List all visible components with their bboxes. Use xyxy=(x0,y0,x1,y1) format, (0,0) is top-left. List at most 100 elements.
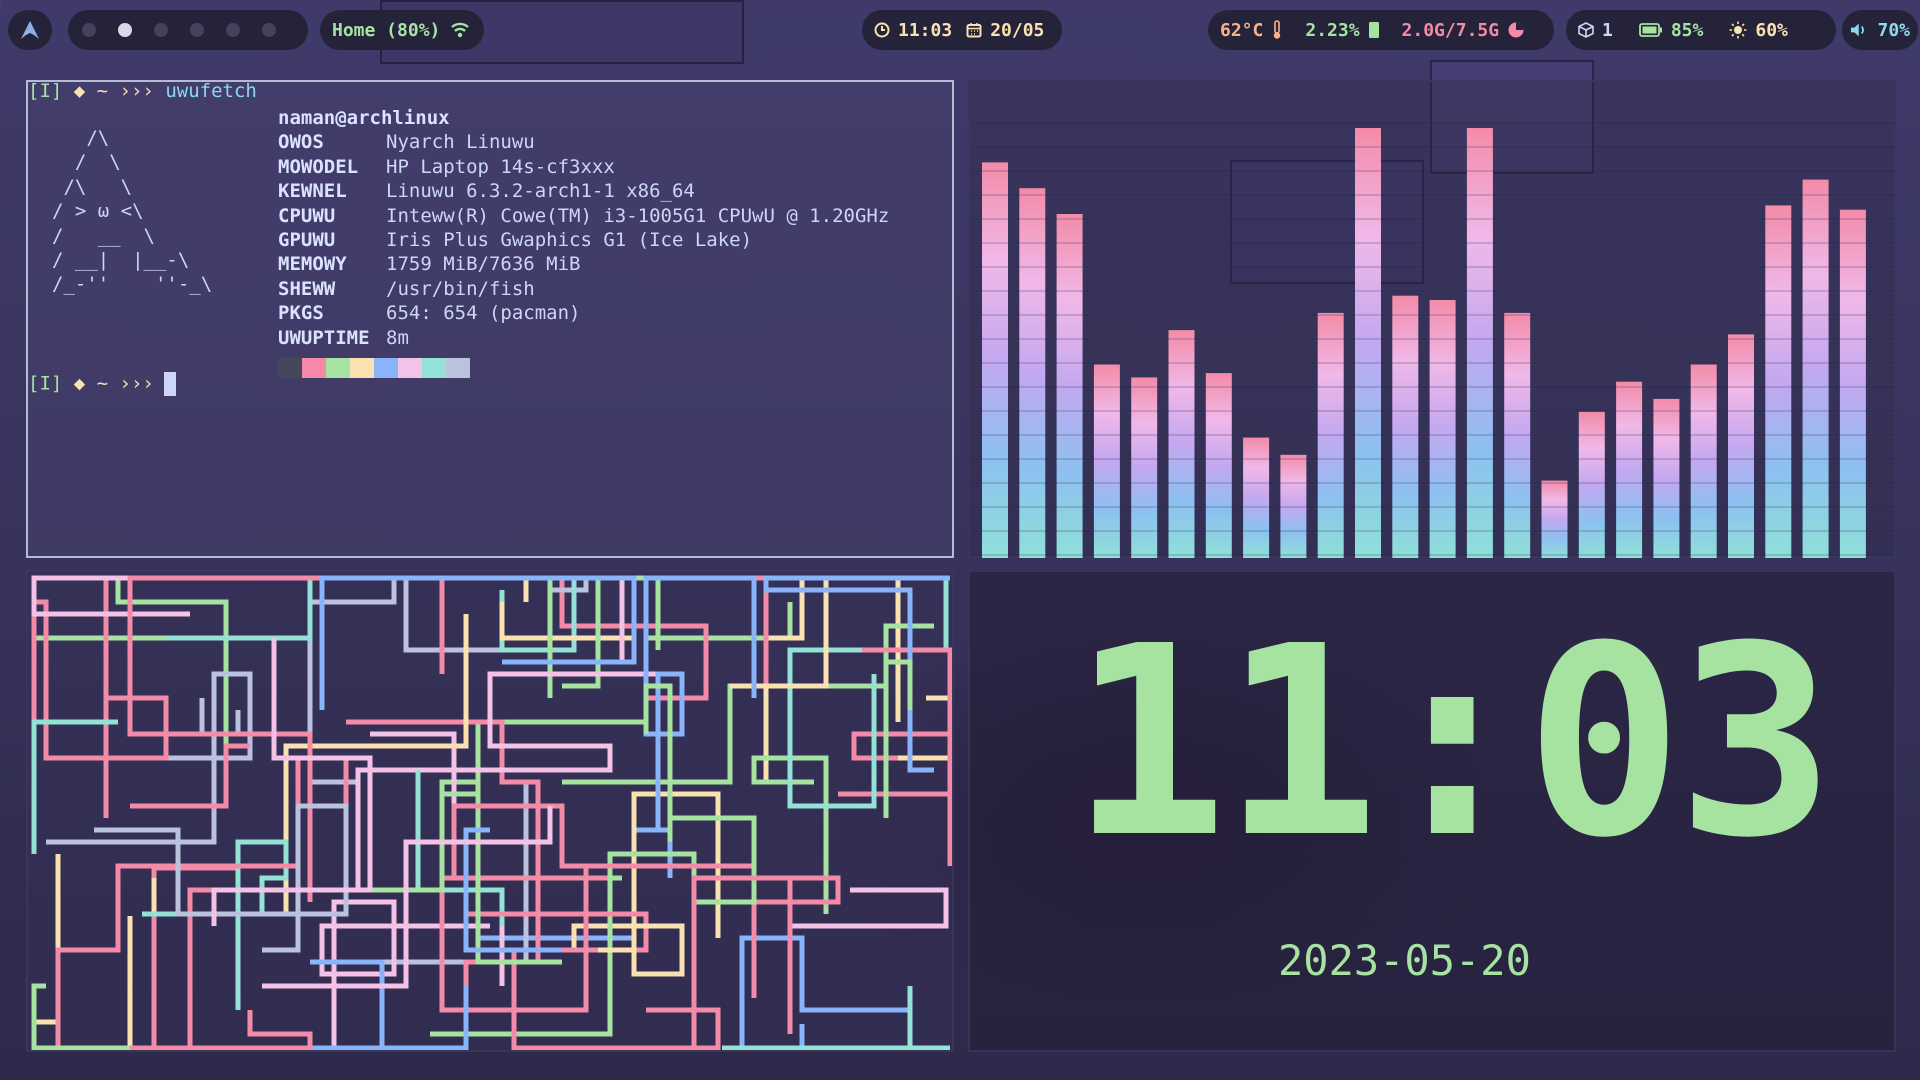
workspace-1[interactable] xyxy=(82,23,96,37)
palette-swatch xyxy=(278,358,302,379)
cpu-chip-icon xyxy=(1368,22,1379,38)
big-clock-time: 11:03 xyxy=(1070,590,1835,895)
visualizer-bar xyxy=(1541,480,1568,558)
launcher-button[interactable] xyxy=(8,10,52,50)
network-indicator[interactable]: Home (80%) xyxy=(320,10,484,50)
info-row: MOWODEL HP Laptop 14s-cf3xxx xyxy=(278,155,889,179)
visualizer-band xyxy=(970,218,1898,220)
visualizer-bar xyxy=(1839,209,1866,558)
workspace-6[interactable] xyxy=(262,23,276,37)
user-host: naman@archlinux xyxy=(278,107,450,129)
visualizer-bar xyxy=(1653,398,1680,558)
info-row: OWOS Nyarch Linuwu xyxy=(278,130,889,154)
info-key: MEMOWY xyxy=(278,253,347,276)
pipe-segment xyxy=(838,731,952,797)
prompt-prefix-2: [I] xyxy=(28,372,63,395)
color-palette xyxy=(278,358,889,379)
visualizer-bar xyxy=(1728,334,1754,558)
network-label: Home (80%) xyxy=(332,19,441,41)
datetime-indicator[interactable]: 11:03 20/05 xyxy=(862,10,1062,50)
visualizer-band xyxy=(970,290,1898,292)
cpu-usage: 2.23% xyxy=(1305,19,1360,41)
visualizer-band xyxy=(970,362,1898,364)
text-cursor xyxy=(163,372,176,396)
volume-indicator[interactable]: 70% xyxy=(1842,10,1918,50)
visualizer-band xyxy=(970,506,1898,508)
info-row: KEWNEL Linuwu 6.3.2-arch1-1 x86_64 xyxy=(278,179,889,203)
info-value: HP Laptop 14s-cf3xxx xyxy=(386,155,615,178)
thermometer-icon xyxy=(1274,20,1281,39)
palette-swatch xyxy=(374,358,398,379)
package-icon xyxy=(1578,22,1594,38)
pipe-segment xyxy=(451,671,658,818)
bar-calendar-date: 20/05 xyxy=(990,19,1045,41)
visualizer-bar xyxy=(1355,128,1381,558)
visualizer-band xyxy=(970,386,1898,388)
speaker-icon xyxy=(1850,23,1864,37)
pipe-segment xyxy=(562,575,622,689)
visualizer-band xyxy=(970,242,1898,244)
visualizer-bar xyxy=(1578,411,1605,558)
info-row: CPUWU Inteww(R) Cowe(TM) i3-1005G1 CPUwU … xyxy=(278,204,889,228)
visualizer-band xyxy=(970,458,1898,460)
pipe-segment xyxy=(763,575,901,782)
info-value: Linuwu 6.3.2-arch1-1 x86_64 xyxy=(386,180,695,203)
palette-swatch xyxy=(422,358,446,379)
audio-visualizer xyxy=(968,80,1898,558)
palette-swatch xyxy=(326,358,350,379)
palette-swatch xyxy=(398,358,422,379)
info-value: Iris Plus Gwaphics G1 (Ice Lake) xyxy=(386,229,753,252)
info-row: SHEWW/usr/bin/fish xyxy=(278,277,889,301)
visualizer-band xyxy=(970,266,1898,268)
visualizer-band xyxy=(970,194,1898,196)
wifi-icon xyxy=(451,22,470,38)
visualizer-band xyxy=(970,482,1898,484)
pipe-segment xyxy=(130,1010,313,1050)
info-key: UWUPTIME xyxy=(278,326,370,349)
workspace-2[interactable] xyxy=(118,23,132,37)
visualizer-band xyxy=(970,434,1898,436)
pipe-segment xyxy=(466,911,658,1050)
pipe-segment xyxy=(898,695,952,761)
status-indicators[interactable]: 1 85% 60% xyxy=(1566,10,1836,50)
volume-level: 70% xyxy=(1877,19,1910,41)
visualizer-bar xyxy=(1466,128,1493,558)
palette-swatch xyxy=(350,358,374,379)
pipe-segment xyxy=(103,626,169,746)
visualizer-band xyxy=(970,146,1898,148)
info-key: SHEWW xyxy=(278,277,336,300)
workspace-5[interactable] xyxy=(226,23,240,37)
visualizer-band xyxy=(970,338,1898,340)
pipe-segment xyxy=(262,806,553,989)
visualizer-bar xyxy=(1802,179,1829,558)
pipe-segment xyxy=(763,575,950,773)
pipe-segment xyxy=(499,575,637,641)
pipes-screensaver xyxy=(26,570,954,1052)
visualizer-bar xyxy=(1243,437,1270,558)
ascii-logo: /\ / \ /\ \ / > ω <\ / __ \ / __| |__-\ … xyxy=(52,127,213,296)
visualizer-bar xyxy=(982,162,1008,558)
pipe-segment xyxy=(55,755,349,1046)
terminal-window[interactable]: [I] ◆ ~ ››› uwufetch /\ / \ /\ \ / > ω <… xyxy=(26,80,954,558)
clock-widget: 11:03 2023-05-20 xyxy=(968,570,1896,1052)
info-row: MEMOWY 1759 MiB/7636 MiB xyxy=(278,252,889,276)
visualizer-bar xyxy=(1690,364,1717,558)
system-stats[interactable]: 62°C 2.23% 2.0G/7.5G xyxy=(1208,10,1554,50)
pipe-segment xyxy=(31,575,190,617)
info-key: GPUWU xyxy=(278,229,336,252)
workspace-3[interactable] xyxy=(154,23,168,37)
info-value: /usr/bin/fish xyxy=(386,277,535,300)
pipe-segment xyxy=(199,698,241,737)
info-value: Inteww(R) Cowe(TM) i3-1005G1 CPUwU @ 1.2… xyxy=(386,204,890,227)
info-value: Nyarch Linuwu xyxy=(386,131,535,154)
pipe-segment xyxy=(151,865,238,1050)
workspace-4[interactable] xyxy=(190,23,204,37)
arch-logo-icon xyxy=(21,21,39,39)
visualizer-bar xyxy=(1168,330,1195,558)
visualizer-bar xyxy=(1392,295,1419,558)
info-row: GPUWU Iris Plus Gwaphics G1 (Ice Lake) xyxy=(278,228,889,252)
visualizer-band xyxy=(970,122,1898,124)
clock-date: 2023-05-20 xyxy=(1278,936,1531,985)
prompt-symbol-2: ◆ ~ ››› xyxy=(73,372,154,395)
workspace-switcher xyxy=(68,10,308,50)
